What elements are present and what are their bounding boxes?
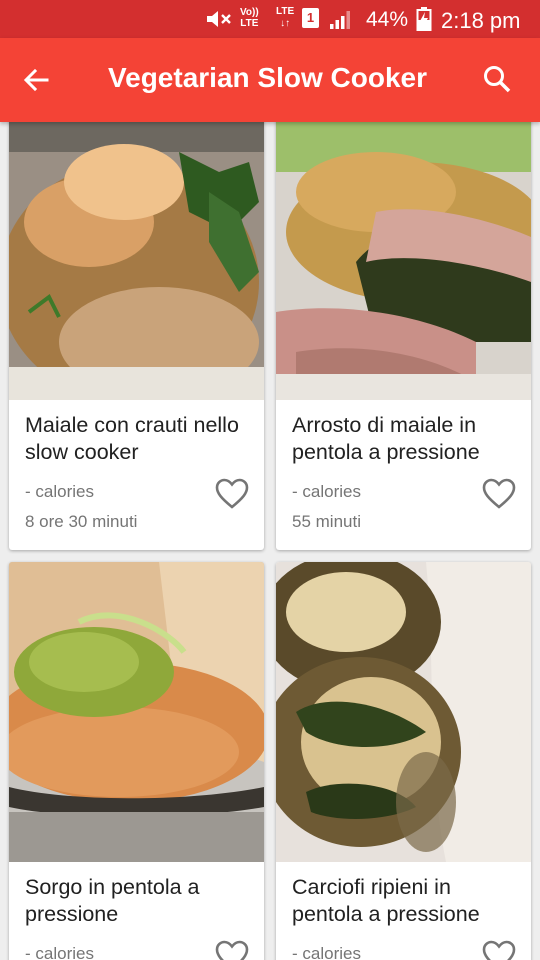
recipe-title: Arrosto di maiale in pentola a pressione bbox=[292, 413, 480, 464]
page-title: Vegetarian Slow Cooker bbox=[108, 62, 427, 93]
signal-strength-icon bbox=[330, 11, 350, 29]
recipe-title: Maiale con crauti nello slow cooker bbox=[25, 413, 239, 464]
recipe-title: Carciofi ripieni in pentola a pressione bbox=[292, 875, 480, 926]
muted-speaker-icon bbox=[207, 11, 231, 27]
recipe-cook-time: 55 minuti bbox=[292, 512, 361, 531]
status-time: 2:18 pm bbox=[441, 8, 521, 33]
recipe-photo bbox=[276, 562, 531, 862]
recipe-calories: - calories bbox=[292, 482, 361, 501]
recipe-calories: - calories bbox=[25, 482, 94, 501]
arrow-back-icon[interactable] bbox=[22, 66, 50, 94]
recipe-calories: - calories bbox=[25, 944, 94, 960]
sim-slot-badge: 1 bbox=[302, 8, 319, 28]
recipe-cook-time: 8 ore 30 minuti bbox=[25, 512, 138, 531]
recipe-title: Sorgo in pentola a pressione bbox=[25, 875, 200, 926]
battery-charging-icon bbox=[416, 7, 432, 31]
status-bar: Vo)) LTE LTE ↓↑ 1 44% 2:18 pm bbox=[0, 0, 540, 38]
recipe-card[interactable]: Maiale con crauti nello slow cooker - ca… bbox=[9, 112, 264, 550]
lte-indicator: LTE ↓↑ bbox=[276, 6, 295, 29]
recipe-photo bbox=[276, 112, 531, 400]
app-bar: Vegetarian Slow Cooker bbox=[0, 38, 540, 122]
battery-percentage: 44% bbox=[366, 8, 409, 31]
recipe-calories: - calories bbox=[292, 944, 361, 960]
recipe-card[interactable]: Carciofi ripieni in pentola a pressione … bbox=[276, 562, 531, 960]
search-icon[interactable] bbox=[482, 64, 512, 94]
heart-outline-icon[interactable] bbox=[215, 478, 249, 510]
recipe-card[interactable]: Arrosto di maiale in pentola a pressione… bbox=[276, 112, 531, 550]
heart-outline-icon[interactable] bbox=[215, 940, 249, 960]
heart-outline-icon[interactable] bbox=[482, 478, 516, 510]
heart-outline-icon[interactable] bbox=[482, 940, 516, 960]
recipe-photo bbox=[9, 562, 264, 862]
volte-indicator: Vo)) LTE bbox=[240, 7, 259, 29]
recipe-card[interactable]: Sorgo in pentola a pressione - calories bbox=[9, 562, 264, 960]
recipe-photo bbox=[9, 112, 264, 400]
